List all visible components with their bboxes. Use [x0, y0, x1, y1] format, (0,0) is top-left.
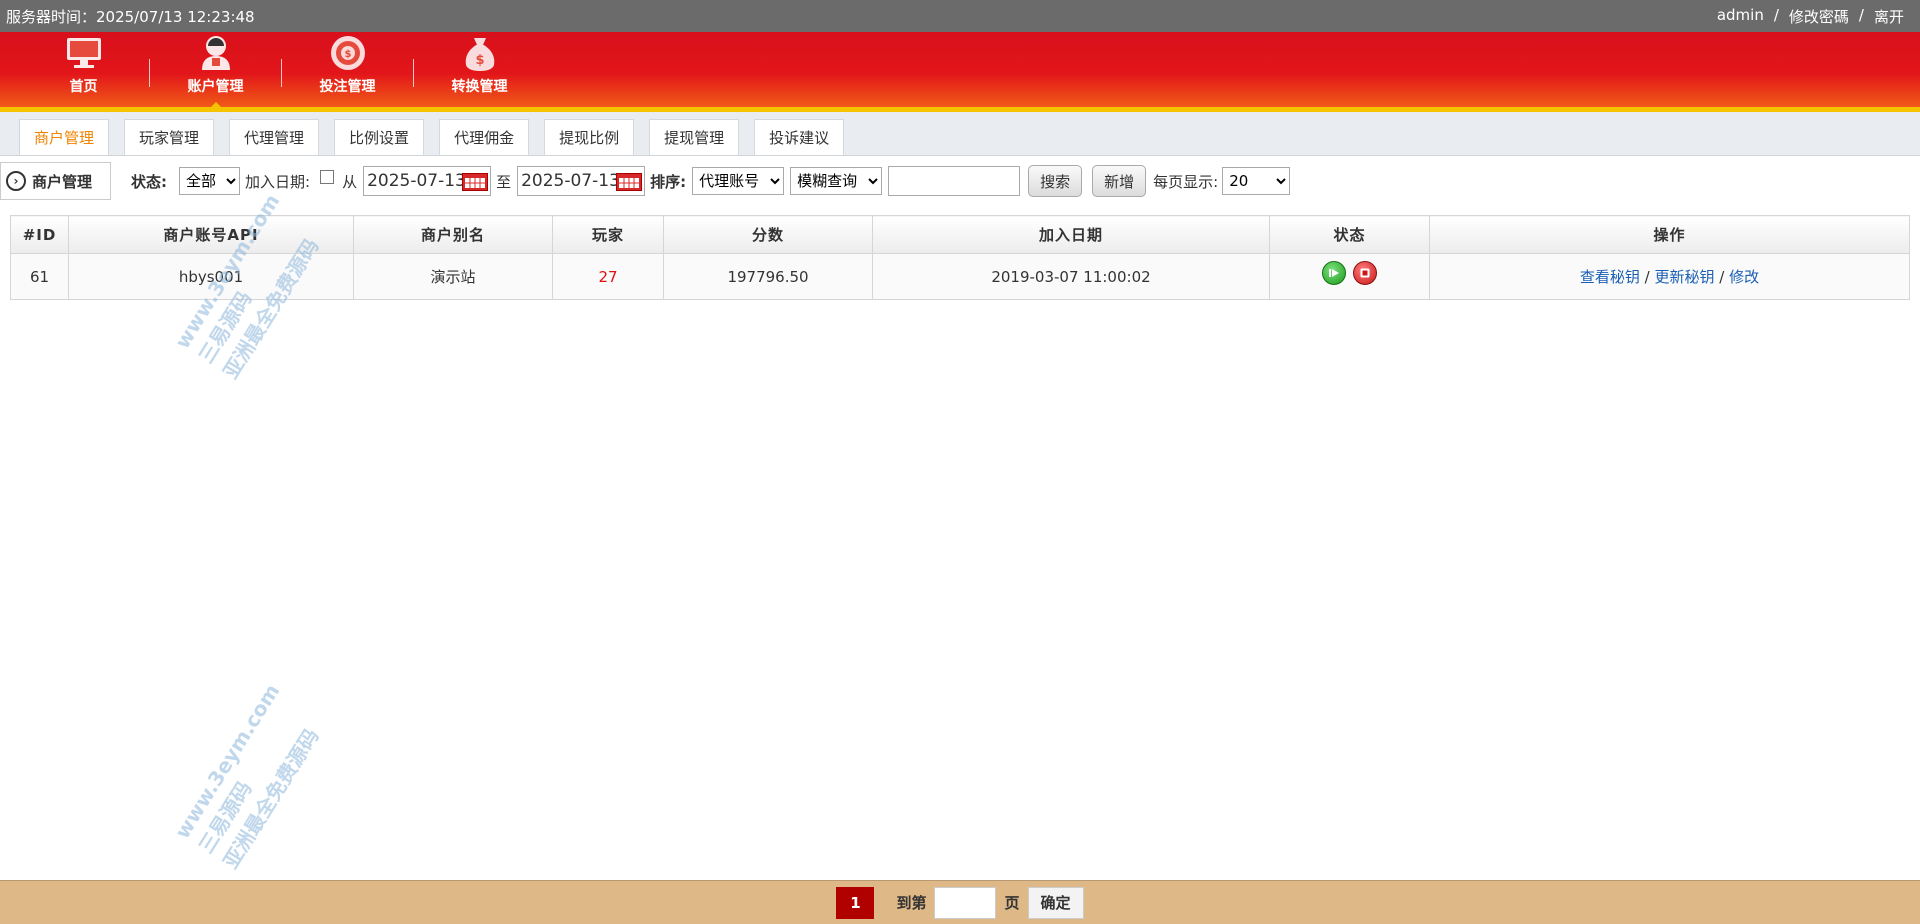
tab-complaints[interactable]: 投诉建议 [754, 119, 845, 155]
from-date-field[interactable]: 2025-07-13 [363, 166, 492, 196]
action-separator: / [1644, 268, 1650, 286]
filter-bar: › 商户管理 状态: 全部 加入日期: 从 2025-07-13 至 2025-… [0, 156, 1920, 206]
cell-status [1269, 253, 1430, 300]
username: admin [1716, 5, 1764, 24]
cell-score: 197796.50 [663, 253, 873, 300]
enable-icon[interactable] [1322, 261, 1346, 285]
from-date-value: 2025-07-13 [367, 171, 466, 191]
merchant-table: #ID 商户账号API 商户别名 玩家 分数 加入日期 状态 操作 61 hby… [10, 215, 1910, 300]
nav-label: 转换管理 [451, 79, 508, 95]
sort-label: 排序: [650, 172, 687, 191]
page-confirm-button[interactable]: 确定 [1027, 886, 1084, 919]
disable-icon[interactable] [1353, 261, 1377, 285]
tab-agent-commission[interactable]: 代理佣金 [439, 119, 530, 155]
change-password-link[interactable]: 修改密碼 [1789, 6, 1849, 27]
status-select[interactable]: 全部 [179, 167, 240, 195]
page-current[interactable]: 1 [836, 886, 875, 919]
watermark-slogan: 亚洲最全免费源码 [218, 724, 324, 873]
col-date[interactable]: 加入日期 [872, 215, 1270, 254]
nav-item-home[interactable]: 首页 [18, 27, 149, 107]
cell-id: 61 [10, 253, 69, 300]
logout-link[interactable]: 离开 [1874, 6, 1904, 27]
match-mode-select[interactable]: 模糊查询 [790, 167, 883, 195]
join-date-label: 加入日期: [245, 172, 311, 191]
main-nav: 首页 账户管理 $ 投注管理 $ 转换管理 [0, 32, 1920, 112]
col-alias[interactable]: 商户别名 [353, 215, 553, 254]
separator: / [1773, 5, 1779, 24]
watermark: www.3eym.com 三易源码 亚洲最全免费源码 [170, 680, 333, 874]
tab-withdraw-ratio[interactable]: 提现比例 [544, 119, 635, 155]
monitor-icon [64, 33, 104, 73]
sub-tabs: 商户管理 玩家管理 代理管理 比例设置 代理佣金 提现比例 提现管理 投诉建议 [0, 112, 1920, 156]
page-number-input[interactable] [934, 886, 997, 919]
search-button[interactable]: 搜索 [1028, 165, 1083, 197]
tab-players[interactable]: 玩家管理 [124, 119, 215, 155]
cell-api: hbys001 [68, 253, 354, 300]
edit-link[interactable]: 修改 [1729, 268, 1759, 286]
user-menu: admin / 修改密碼 / 离开 [1717, 6, 1914, 27]
cell-players[interactable]: 27 [552, 253, 664, 300]
to-date-value: 2025-07-13 [521, 171, 620, 191]
pagination-bar: 1 到第 页 确定 [0, 880, 1920, 924]
col-id[interactable]: #ID [10, 215, 69, 254]
col-actions: 操作 [1429, 215, 1910, 254]
chip-icon: $ [328, 33, 368, 73]
per-page-label: 每页显示: [1153, 172, 1219, 191]
nav-label: 首页 [69, 79, 98, 95]
merchant-table-wrap: #ID 商户账号API 商户别名 玩家 分数 加入日期 状态 操作 61 hby… [10, 215, 1910, 300]
tab-ratio-settings[interactable]: 比例设置 [334, 119, 425, 155]
calendar-icon[interactable] [616, 173, 643, 191]
nav-item-transfer[interactable]: $ 转换管理 [414, 27, 545, 107]
join-date-checkbox[interactable] [320, 170, 335, 184]
to-label: 至 [496, 172, 512, 191]
col-status[interactable]: 状态 [1269, 215, 1430, 254]
search-input[interactable] [888, 166, 1021, 196]
add-button[interactable]: 新增 [1092, 165, 1147, 197]
separator: / [1858, 5, 1864, 24]
per-page-select[interactable]: 20 [1222, 167, 1291, 195]
svg-text:$: $ [475, 53, 484, 68]
money-bag-icon: $ [460, 33, 500, 73]
cell-alias: 演示站 [353, 253, 553, 300]
nav-item-accounts[interactable]: 账户管理 [150, 27, 281, 107]
sort-select[interactable]: 代理账号 [692, 167, 785, 195]
cell-actions: 查看秘钥 / 更新秘钥 / 修改 [1429, 253, 1910, 300]
action-separator: / [1719, 268, 1725, 286]
page-label: 页 [1004, 894, 1020, 912]
status-label: 状态: [131, 172, 167, 191]
col-api[interactable]: 商户账号API [68, 215, 354, 254]
status-icons [1322, 261, 1377, 285]
update-key-link[interactable]: 更新秘钥 [1654, 268, 1714, 286]
nav-item-betting[interactable]: $ 投注管理 [282, 27, 413, 107]
tab-merchant[interactable]: 商户管理 [19, 119, 110, 155]
breadcrumb-label: 商户管理 [32, 172, 93, 191]
tab-withdraw-management[interactable]: 提现管理 [649, 119, 740, 155]
nav-label: 账户管理 [187, 79, 244, 95]
view-key-link[interactable]: 查看秘钥 [1580, 268, 1640, 286]
watermark-url: www.3eym.com [170, 679, 285, 843]
svg-text:$: $ [344, 49, 351, 60]
cell-date: 2019-03-07 11:00:02 [872, 253, 1270, 300]
chevron-right-icon: › [6, 171, 26, 191]
table-row: 61 hbys001 演示站 27 197796.50 2019-03-07 1… [10, 253, 1910, 300]
user-icon [196, 33, 236, 73]
goto-label: 到第 [896, 894, 927, 912]
from-label: 从 [342, 172, 358, 191]
tab-agents[interactable]: 代理管理 [229, 119, 320, 155]
table-header-row: #ID 商户账号API 商户别名 玩家 分数 加入日期 状态 操作 [10, 215, 1910, 254]
server-time: 服务器时间：2025/07/13 12:23:48 [6, 7, 255, 26]
to-date-field[interactable]: 2025-07-13 [517, 166, 646, 196]
col-score[interactable]: 分数 [663, 215, 873, 254]
breadcrumb: › 商户管理 [0, 162, 111, 200]
calendar-icon[interactable] [462, 173, 489, 191]
col-players[interactable]: 玩家 [552, 215, 664, 254]
nav-label: 投注管理 [319, 79, 376, 95]
watermark-name: 三易源码 [193, 776, 257, 858]
